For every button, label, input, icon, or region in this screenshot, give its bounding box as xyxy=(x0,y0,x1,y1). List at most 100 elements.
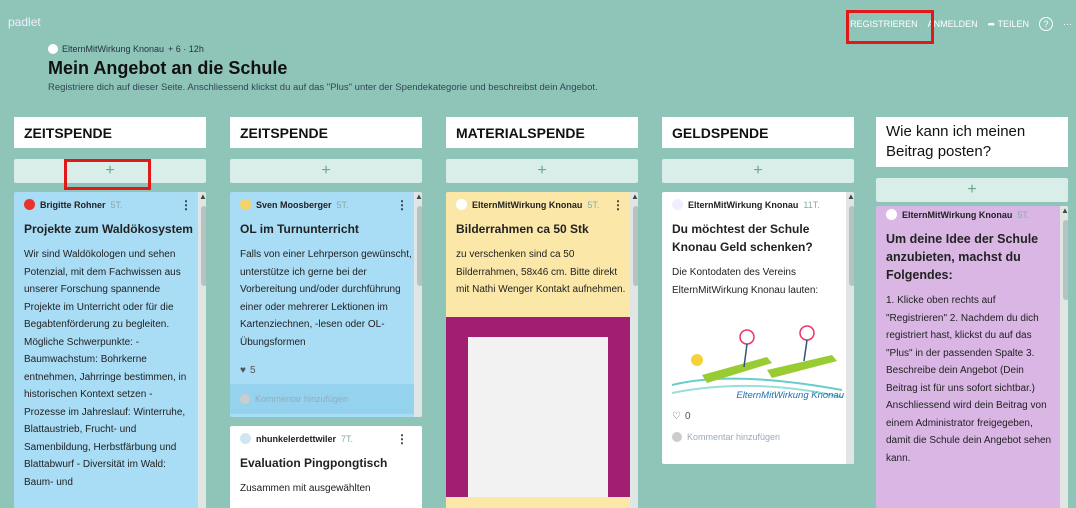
scrollbar[interactable]: ▲ xyxy=(846,192,854,464)
post-age: 5T. xyxy=(1017,209,1030,220)
post-card[interactable]: nhunkelerdettwiler 7T. ⋮ Evaluation Ping… xyxy=(230,426,422,508)
padlet-logo[interactable]: padlet xyxy=(8,15,41,29)
author-avatar xyxy=(456,199,467,210)
scrollbar[interactable]: ▲ xyxy=(630,192,638,508)
author-avatar xyxy=(240,433,251,444)
column-geldspende: GELDSPENDE + ElternMitWirkung Knonau 11T… xyxy=(662,117,854,464)
add-post-button[interactable]: + xyxy=(876,178,1068,202)
add-post-button[interactable]: + xyxy=(230,159,422,183)
scroll-up-icon[interactable]: ▲ xyxy=(1061,206,1068,215)
post-author: ElternMitWirkung Knonau xyxy=(902,209,1013,220)
add-post-button[interactable]: + xyxy=(446,159,638,183)
commenter-avatar xyxy=(672,432,682,442)
post-author: Sven Moosberger xyxy=(256,199,332,210)
scroll-thumb[interactable] xyxy=(201,206,206,286)
scroll-thumb[interactable] xyxy=(849,206,854,286)
like-count[interactable]: ♡ 0 xyxy=(662,411,854,422)
drawing-caption: ElternMitWirkung Knonau xyxy=(736,390,844,401)
login-button[interactable]: ANMELDEN xyxy=(928,19,978,29)
picture-frame-photo[interactable] xyxy=(446,316,630,497)
register-highlight xyxy=(846,10,934,44)
post-age: 5T. xyxy=(336,199,349,210)
comment-input[interactable]: Kommentar hinzufügen xyxy=(230,384,422,414)
post-menu-icon[interactable]: ⋮ xyxy=(396,432,408,446)
like-count[interactable]: ♥ 5 xyxy=(230,365,422,376)
post-title: OL im Turnunterricht xyxy=(240,222,359,236)
post-body: Wir sind Waldökologen und sehen Potenzia… xyxy=(24,249,187,488)
post-header: ElternMitWirkung Knonau 11T. xyxy=(662,192,854,210)
column-title: ZEITSPENDE xyxy=(230,117,422,148)
column-title: MATERIALSPENDE xyxy=(446,117,638,148)
scroll-up-icon[interactable]: ▲ xyxy=(415,192,422,201)
owner-avatar xyxy=(48,44,58,54)
comment-placeholder: Kommentar hinzufügen xyxy=(687,432,781,442)
post-header: Sven Moosberger 5T. xyxy=(230,192,422,210)
column-title: ZEITSPENDE xyxy=(14,117,206,148)
scrollbar[interactable]: ▲ xyxy=(198,192,206,508)
post-author: Brigitte Rohner xyxy=(40,199,106,210)
help-icon[interactable]: ? xyxy=(1039,17,1053,31)
comment-placeholder: Kommentar hinzufügen xyxy=(255,394,349,404)
scrollbar[interactable]: ▲ xyxy=(414,192,422,417)
logo-drawing[interactable]: ElternMitWirkung Knonau xyxy=(671,315,844,405)
post-body: Die Kontodaten des Vereins ElternMitWirk… xyxy=(672,267,819,296)
column-how-to: Wie kann ich meinen Beitrag posten? + El… xyxy=(876,117,1068,508)
post-author: ElternMitWirkung Knonau xyxy=(472,199,583,210)
like-number: 0 xyxy=(684,411,691,422)
post-body: Falls von einer Lehrperson gewünscht, un… xyxy=(240,249,412,348)
owner-name[interactable]: ElternMitWirkung Knonau xyxy=(62,44,164,54)
author-avatar xyxy=(24,199,35,210)
share-label: TEILEN xyxy=(997,18,1029,29)
post-title: Um deine Idee der Schule anzubieten, mac… xyxy=(886,232,1039,282)
scroll-thumb[interactable] xyxy=(417,206,422,286)
post-title: Evaluation Pingpongtisch xyxy=(240,456,388,470)
post-menu-icon[interactable]: ⋮ xyxy=(612,198,624,212)
post-body: zu verschenken sind ca 50 Bilderrahmen, … xyxy=(456,249,626,295)
post-menu-icon[interactable]: ⋮ xyxy=(396,198,408,212)
board-stats: + 6 · 12h xyxy=(168,44,204,54)
post-body: 1. Klicke oben rechts auf "Registrieren"… xyxy=(886,295,1052,464)
share-button[interactable]: ➦ TEILEN xyxy=(988,19,1029,30)
column-materialspende: MATERIALSPENDE + ElternMitWirkung Knonau… xyxy=(446,117,638,508)
more-icon[interactable]: ⋯ xyxy=(1063,19,1072,30)
column-zeitspende-2: ZEITSPENDE + Sven Moosberger 5T. ⋮ ▲ OL … xyxy=(230,117,422,508)
author-avatar xyxy=(240,199,251,210)
scroll-up-icon[interactable]: ▲ xyxy=(631,192,638,201)
post-age: 7T. xyxy=(341,433,354,444)
post-author: nhunkelerdettwiler xyxy=(256,433,337,444)
post-card[interactable]: ElternMitWirkung Knonau 11T. ▲ Du möchte… xyxy=(662,192,854,464)
column-title: Wie kann ich meinen Beitrag posten? xyxy=(876,117,1068,167)
post-title: Bilderrahmen ca 50 Stk xyxy=(456,222,589,236)
post-header: Brigitte Rohner 5T. xyxy=(14,192,206,210)
post-author: ElternMitWirkung Knonau xyxy=(688,199,799,210)
post-title: Du möchtest der Schule Knonau Geld schen… xyxy=(672,222,813,254)
post-age: 5T. xyxy=(110,199,123,210)
heart-icon[interactable]: ♥ xyxy=(240,365,246,376)
share-arrow-icon: ➦ xyxy=(987,18,996,29)
add-post-button[interactable]: + xyxy=(662,159,854,183)
post-menu-icon[interactable]: ⋮ xyxy=(180,198,192,212)
post-card[interactable]: ElternMitWirkung Knonau 5T. ▲ Um deine I… xyxy=(876,206,1068,508)
post-age: 11T. xyxy=(803,199,820,210)
board-owner: ElternMitWirkung Knonau + 6 · 12h xyxy=(48,44,204,54)
post-body: Zusammen mit ausgewählten xyxy=(240,483,371,494)
post-card[interactable]: Brigitte Rohner 5T. ⋮ ▲ Projekte zum Wal… xyxy=(14,192,206,508)
post-age: 5T. xyxy=(587,199,600,210)
post-header: ElternMitWirkung Knonau 5T. xyxy=(876,206,1068,220)
post-header: nhunkelerdettwiler 7T. xyxy=(230,426,422,444)
scroll-thumb[interactable] xyxy=(633,206,638,286)
post-card[interactable]: ElternMitWirkung Knonau 5T. ⋮ ▲ Bilderra… xyxy=(446,192,638,508)
post-header: ElternMitWirkung Knonau 5T. xyxy=(446,192,638,210)
commenter-avatar xyxy=(240,394,250,404)
heart-outline-icon[interactable]: ♡ xyxy=(672,411,681,422)
scroll-up-icon[interactable]: ▲ xyxy=(847,192,854,201)
like-number: 5 xyxy=(249,365,256,376)
comment-input[interactable]: Kommentar hinzufügen xyxy=(662,422,854,452)
scrollbar[interactable]: ▲ xyxy=(1060,206,1068,508)
scroll-up-icon[interactable]: ▲ xyxy=(199,192,206,201)
column-title: GELDSPENDE xyxy=(662,117,854,148)
board-title: Mein Angebot an die Schule xyxy=(48,58,288,78)
plus-highlight xyxy=(64,159,151,190)
scroll-thumb[interactable] xyxy=(1063,220,1068,300)
post-card[interactable]: Sven Moosberger 5T. ⋮ ▲ OL im Turnunterr… xyxy=(230,192,422,417)
